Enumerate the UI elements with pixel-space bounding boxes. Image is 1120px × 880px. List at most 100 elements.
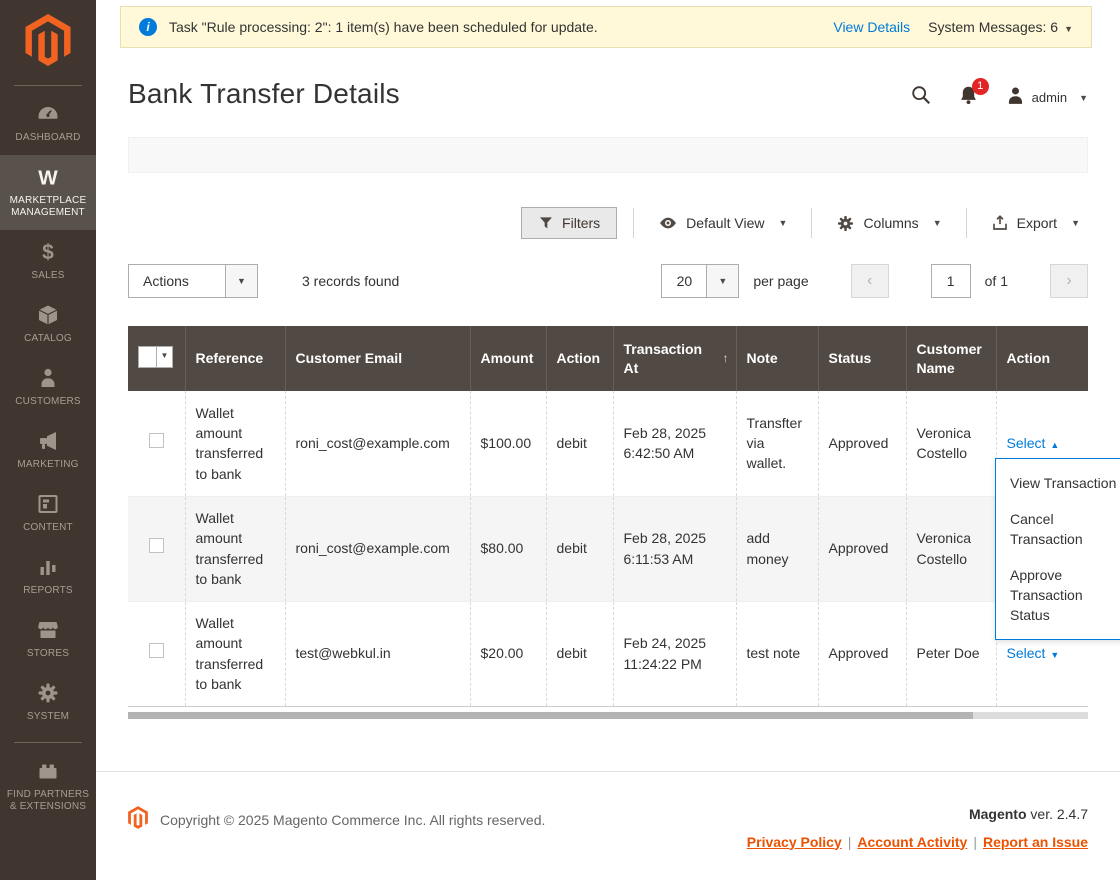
sort-ascending-icon: ↑: [723, 350, 729, 366]
row-checkbox[interactable]: [149, 433, 164, 448]
next-page-button[interactable]: ›: [1050, 264, 1088, 298]
copyright-text: Copyright © 2025 Magento Commerce Inc. A…: [160, 812, 545, 828]
table-row: Wallet amount transferred to bank roni_c…: [128, 496, 1088, 601]
horizontal-scrollbar[interactable]: [128, 712, 1088, 719]
cell-transaction-at: Feb 28, 2025 6:42:50 AM: [613, 391, 736, 496]
column-header-customer-name[interactable]: Customer Name: [906, 326, 996, 391]
per-page-value: 20: [662, 265, 706, 297]
sidebar-item-marketing[interactable]: MARKETING: [0, 419, 96, 482]
menu-item-cancel-transaction[interactable]: Cancel Transaction: [996, 501, 1120, 557]
row-select-action[interactable]: Select▼: [1007, 645, 1060, 661]
cell-action: debit: [546, 601, 613, 706]
sidebar-item-catalog[interactable]: CATALOG: [0, 293, 96, 356]
report-an-issue-link[interactable]: Report an Issue: [983, 834, 1088, 850]
sidebar-item-label: SYSTEM: [3, 711, 93, 723]
filters-button[interactable]: Filters: [521, 207, 617, 239]
table-row: Wallet amount transferred to bank test@w…: [128, 601, 1088, 706]
select-all-header-cell: ▼: [128, 326, 185, 391]
cell-action: debit: [546, 496, 613, 601]
system-message-text: Task "Rule processing: 2": 1 item(s) hav…: [169, 19, 833, 35]
export-control[interactable]: Export ▼: [983, 214, 1088, 232]
column-header-note[interactable]: Note: [736, 326, 818, 391]
table-row: Wallet amount transferred to bank roni_c…: [128, 391, 1088, 496]
sidebar-item-content[interactable]: CONTENT: [0, 482, 96, 545]
sidebar-item-label: STORES: [3, 648, 93, 660]
account-activity-link[interactable]: Account Activity: [857, 834, 967, 850]
footer-right: Magento ver. 2.4.7 Privacy PolicyAccount…: [747, 806, 1088, 850]
export-label: Export: [1017, 215, 1057, 231]
chevron-up-icon: ▲: [1050, 440, 1059, 450]
footer: Copyright © 2025 Magento Commerce Inc. A…: [96, 771, 1120, 860]
view-switcher-label: Default View: [686, 215, 764, 231]
cell-amount: $100.00: [470, 391, 546, 496]
sidebar-item-marketplace-management[interactable]: W MARKETPLACE MANAGEMENT: [0, 155, 96, 230]
admin-account-menu[interactable]: admin ▼: [1005, 85, 1088, 111]
sidebar-item-customers[interactable]: CUSTOMERS: [0, 356, 96, 419]
menu-item-approve-transaction-status[interactable]: Approve Transaction Status: [996, 557, 1120, 633]
cell-customer-email: test@webkul.in: [285, 601, 470, 706]
dollar-icon: $: [3, 240, 93, 266]
cell-customer-name: Veronica Costello: [906, 496, 996, 601]
sidebar-item-label: SALES: [3, 270, 93, 282]
grid-toolbar: Filters Default View ▼ Columns ▼: [128, 205, 1088, 241]
sidebar-item-sales[interactable]: $ SALES: [0, 230, 96, 293]
column-header-amount[interactable]: Amount: [470, 326, 546, 391]
info-icon: i: [139, 18, 157, 36]
chevron-down-icon: ▼: [933, 218, 942, 228]
select-all-checkbox[interactable]: [139, 347, 157, 367]
cell-status: Approved: [818, 496, 906, 601]
view-switcher[interactable]: Default View ▼: [650, 213, 795, 233]
sidebar-item-label: CATALOG: [3, 333, 93, 345]
toolbar-divider: [633, 208, 634, 238]
per-page-select[interactable]: 20 ▼: [661, 264, 739, 298]
bar-chart-icon: [3, 555, 93, 581]
layout-icon: [3, 492, 93, 518]
records-found-label: 3 records found: [302, 273, 399, 289]
magento-logo-icon[interactable]: [25, 14, 71, 71]
column-header-status[interactable]: Status: [818, 326, 906, 391]
column-header-customer-email[interactable]: Customer Email: [285, 326, 470, 391]
sidebar-item-stores[interactable]: STORES: [0, 608, 96, 671]
eye-icon: [658, 213, 678, 233]
privacy-policy-link[interactable]: Privacy Policy: [747, 834, 842, 850]
columns-control[interactable]: Columns ▼: [828, 214, 949, 233]
actions-select-value: Actions: [129, 265, 225, 297]
system-messages-count: System Messages: 6: [928, 19, 1058, 35]
column-header-reference[interactable]: Reference: [185, 326, 285, 391]
select-all-dropdown[interactable]: ▼: [138, 346, 173, 368]
system-messages-toggle[interactable]: System Messages: 6▼: [928, 19, 1073, 35]
toolbar-divider: [811, 208, 812, 238]
svg-text:$: $: [42, 241, 54, 264]
row-select-action[interactable]: Select▲: [1007, 435, 1060, 451]
scrollbar-thumb[interactable]: [128, 712, 973, 719]
chevron-down-icon: ▼: [779, 218, 788, 228]
gear-icon: [3, 681, 93, 707]
previous-page-button[interactable]: ‹: [851, 264, 889, 298]
page-number-input[interactable]: [931, 264, 971, 298]
column-header-transaction-at[interactable]: Transaction At ↑: [613, 326, 736, 391]
data-grid-wrap: ▼ Reference Customer Email Amount Action…: [128, 326, 1088, 707]
search-icon[interactable]: [910, 84, 932, 111]
link-separator: [848, 834, 852, 850]
chevron-down-icon: ▼: [1071, 218, 1080, 228]
per-page-label: per page: [753, 273, 808, 289]
sidebar-item-find-partners[interactable]: FIND PARTNERS & EXTENSIONS: [0, 749, 96, 824]
row-checkbox[interactable]: [149, 643, 164, 658]
header-actions: 1 admin ▼: [910, 78, 1088, 111]
menu-item-view-transaction[interactable]: View Transaction: [996, 465, 1120, 501]
sidebar-item-dashboard[interactable]: DASHBOARD: [0, 92, 96, 155]
view-details-link[interactable]: View Details: [833, 19, 910, 35]
sidebar-item-reports[interactable]: REPORTS: [0, 545, 96, 608]
column-header-action[interactable]: Action: [546, 326, 613, 391]
column-header-row-action[interactable]: Action: [996, 326, 1088, 391]
dashboard-gauge-icon: [3, 102, 93, 128]
cell-status: Approved: [818, 601, 906, 706]
sidebar-item-system[interactable]: SYSTEM: [0, 671, 96, 734]
person-icon: [3, 366, 93, 392]
row-checkbox[interactable]: [149, 538, 164, 553]
columns-label: Columns: [863, 215, 918, 231]
actions-select[interactable]: Actions ▼: [128, 264, 258, 298]
notifications-bell-icon[interactable]: 1: [958, 85, 979, 111]
cell-amount: $80.00: [470, 496, 546, 601]
gear-icon: [836, 214, 855, 233]
